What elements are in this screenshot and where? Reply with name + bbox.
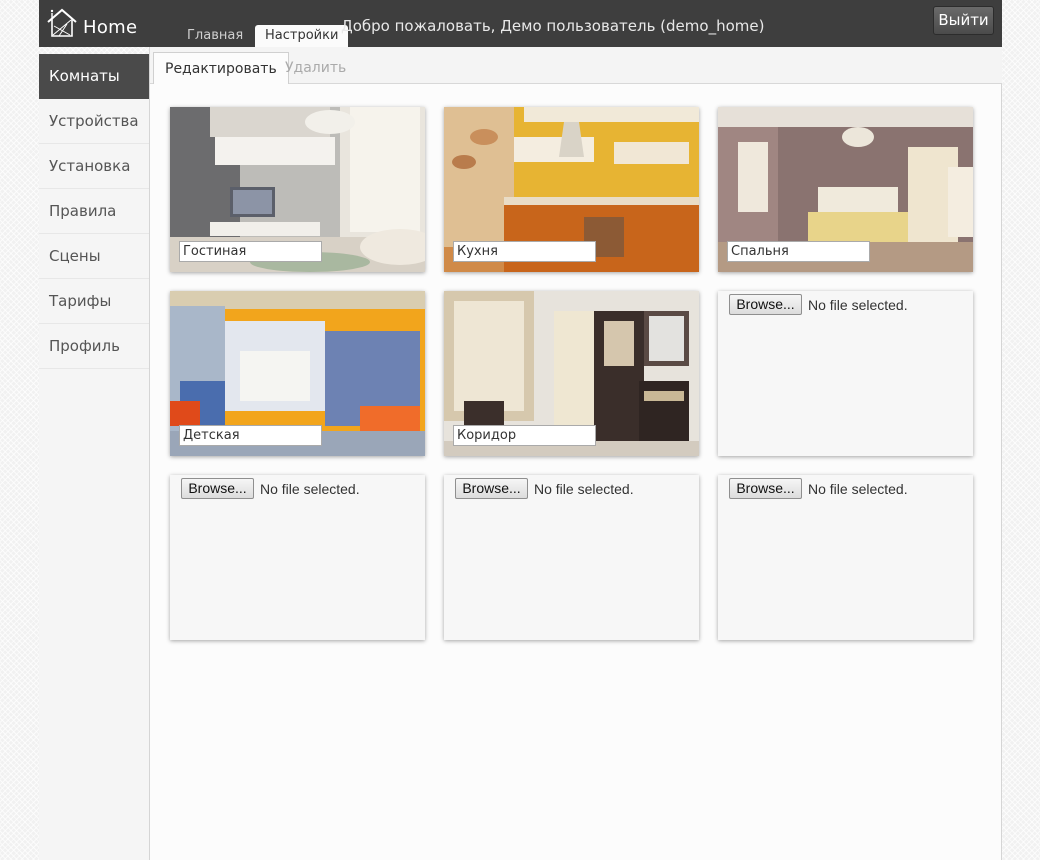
empty-room-slot: Browse... No file selected. — [718, 291, 973, 456]
room-card-bedroom[interactable] — [718, 107, 973, 272]
room-name-input[interactable] — [727, 241, 870, 262]
room-card-living-room[interactable] — [170, 107, 425, 272]
subtab-bar: Редактировать Удалить — [150, 47, 1002, 84]
file-status: No file selected. — [260, 480, 360, 497]
room-card-kitchen[interactable] — [444, 107, 699, 272]
browse-button[interactable]: Browse... — [729, 294, 802, 315]
top-header: Home Главная Настройки Добро пожаловать,… — [39, 0, 1002, 48]
house-logo-icon — [47, 8, 77, 37]
file-status: No file selected. — [808, 480, 908, 497]
sidebar-item-rooms[interactable]: Комнаты — [39, 54, 149, 99]
main-panel: Редактировать Удалить Гостиная Кухня Спа… — [149, 47, 1002, 860]
logout-button[interactable]: Выйти — [933, 6, 994, 35]
sidebar-item-devices[interactable]: Устройства — [39, 99, 149, 144]
room-name-input[interactable] — [179, 241, 322, 262]
sidebar-item-rules[interactable]: Правила — [39, 189, 149, 234]
file-picker: Browse... No file selected. — [455, 478, 634, 499]
room-name-input[interactable] — [453, 241, 596, 262]
room-card-hallway[interactable] — [444, 291, 699, 456]
file-picker: Browse... No file selected. — [729, 478, 908, 499]
empty-room-slot: Browse... No file selected. — [718, 475, 973, 640]
welcome-message: Добро пожаловать, Демо пользователь (dem… — [341, 17, 765, 35]
logo-text: Home — [83, 16, 138, 38]
sidebar-item-scenes[interactable]: Сцены — [39, 234, 149, 279]
browse-button[interactable]: Browse... — [455, 478, 528, 499]
tab-edit[interactable]: Редактировать — [153, 52, 289, 84]
file-status: No file selected. — [808, 296, 908, 313]
browse-button[interactable]: Browse... — [729, 478, 802, 499]
file-picker: Browse... No file selected. — [181, 478, 360, 499]
sidebar-item-installation[interactable]: Установка — [39, 144, 149, 189]
tab-settings[interactable]: Настройки — [255, 25, 349, 48]
file-status: No file selected. — [534, 480, 634, 497]
home-logo[interactable]: Home — [45, 6, 137, 40]
tab-delete[interactable]: Удалить — [274, 52, 357, 84]
sidebar-item-profile[interactable]: Профиль — [39, 324, 149, 369]
empty-room-slot: Browse... No file selected. — [170, 475, 425, 640]
sidebar-item-tariffs[interactable]: Тарифы — [39, 279, 149, 324]
empty-room-slot: Browse... No file selected. — [444, 475, 699, 640]
browse-button[interactable]: Browse... — [181, 478, 254, 499]
file-picker: Browse... No file selected. — [729, 294, 908, 315]
tab-home[interactable]: Главная — [177, 25, 253, 47]
room-name-input[interactable] — [179, 425, 322, 446]
room-card-kids-room[interactable] — [170, 291, 425, 456]
sidebar: Комнаты Устройства Установка Правила Сце… — [39, 54, 150, 860]
room-name-input[interactable] — [453, 425, 596, 446]
